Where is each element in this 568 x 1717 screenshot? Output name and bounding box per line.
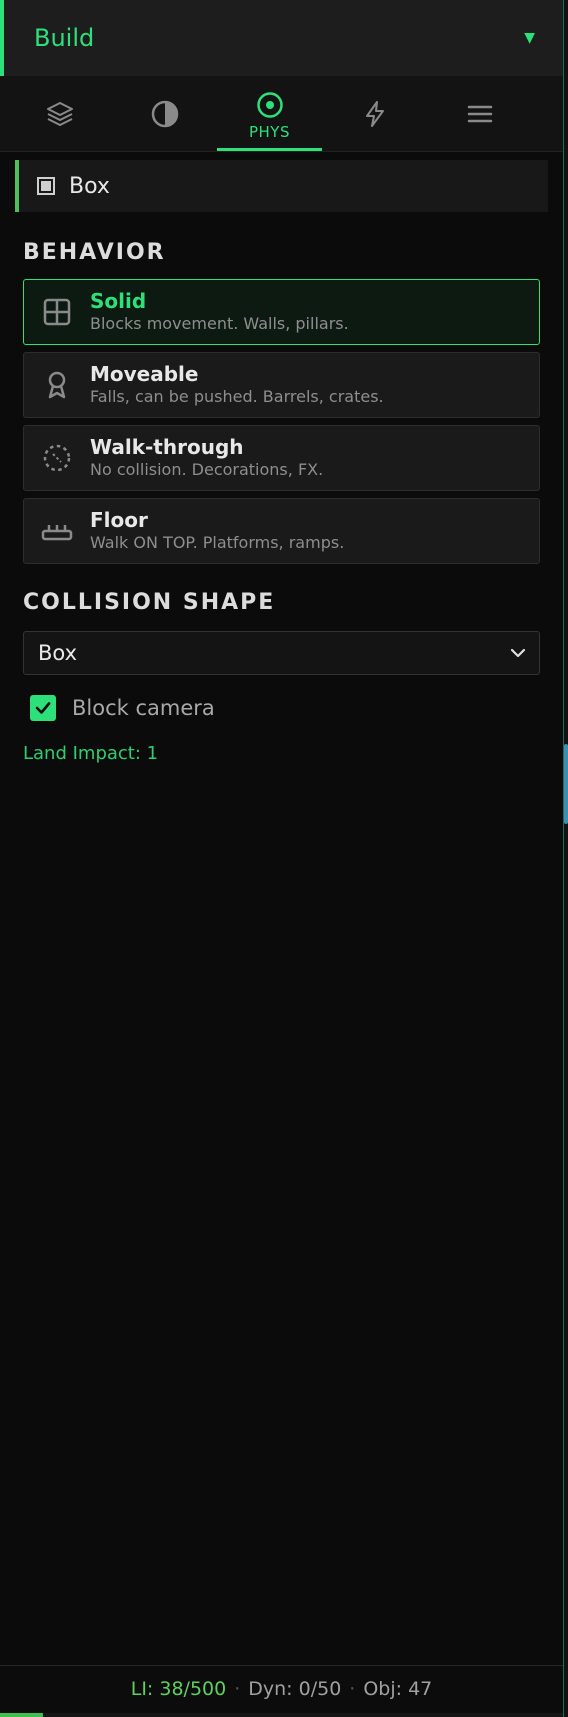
behavior-option-solid[interactable]: Solid Blocks movement. Walls, pillars. [23,279,540,345]
land-impact-count: LI: 38/500 [130,1678,227,1700]
behavior-description: Falls, can be pushed. Barrels, crates. [90,387,384,406]
tab-appearance[interactable] [112,76,217,152]
status-footer: LI: 38/500 · Dyn: 0/50 · Obj: 47 [0,1665,563,1717]
selected-object-name: Box [69,173,110,199]
weight-icon [48,371,66,399]
build-panel: Build ▼ PHYS Box BEHAVIOR Solid Blocks m… [0,0,564,1717]
box-icon [37,177,55,195]
behavior-title: Walk-through [90,435,244,459]
selected-object-bar[interactable]: Box [15,160,548,212]
target-icon [256,92,283,118]
separator: · [349,1678,356,1700]
layers-icon [46,102,73,126]
footer-stats: LI: 38/500 · Dyn: 0/50 · Obj: 47 [0,1678,563,1700]
panel-header[interactable]: Build ▼ [0,0,563,76]
land-impact-progress-bar [0,1713,563,1717]
scrollbar[interactable] [563,0,568,1717]
behavior-options: Solid Blocks movement. Walls, pillars. M… [23,279,540,564]
contrast-icon [151,100,178,128]
tab-layers[interactable] [7,76,112,152]
collision-section-title: COLLISION SHAPE [23,590,276,615]
tab-menu[interactable] [427,76,532,152]
grid-icon [43,298,71,326]
collision-shape-value: Box [38,641,78,665]
panel-title: Build [34,24,95,52]
block-camera-checkbox[interactable] [30,695,56,721]
chevron-down-icon [510,648,526,658]
tab-physics[interactable]: PHYS [217,76,322,152]
collision-shape-select[interactable]: Box [23,631,540,675]
behavior-section-title: BEHAVIOR [23,240,166,265]
checkmark-icon [35,702,51,714]
tab-physics-label: PHYS [248,123,290,141]
behavior-description: No collision. Decorations, FX. [90,460,324,479]
behavior-option-floor[interactable]: Floor Walk ON TOP. Platforms, ramps. [23,498,540,564]
platform-icon [41,525,73,541]
behavior-option-walk-through[interactable]: Walk-through No collision. Decorations, … [23,425,540,491]
behavior-title: Floor [90,508,148,532]
land-impact-text: Land Impact: 1 [23,743,159,764]
menu-icon [467,105,492,123]
behavior-description: Blocks movement. Walls, pillars. [90,314,349,333]
land-impact-progress-fill [0,1713,43,1717]
behavior-description: Walk ON TOP. Platforms, ramps. [90,533,345,552]
separator: · [234,1678,241,1700]
lightning-icon [365,101,384,127]
block-camera-row[interactable]: Block camera [30,695,563,721]
behavior-title: Solid [90,289,147,313]
scrollbar-thumb[interactable] [564,744,568,824]
dynamic-count: Dyn: 0/50 [248,1678,342,1700]
dashed-circle-icon [43,444,71,472]
behavior-option-moveable[interactable]: Moveable Falls, can be pushed. Barrels, … [23,352,540,418]
object-count: Obj: 47 [363,1678,433,1700]
behavior-title: Moveable [90,362,199,386]
block-camera-label: Block camera [72,696,215,720]
collapse-caret-icon[interactable]: ▼ [524,30,535,46]
tab-scripts[interactable] [322,76,427,152]
tab-bar: PHYS [0,76,563,152]
